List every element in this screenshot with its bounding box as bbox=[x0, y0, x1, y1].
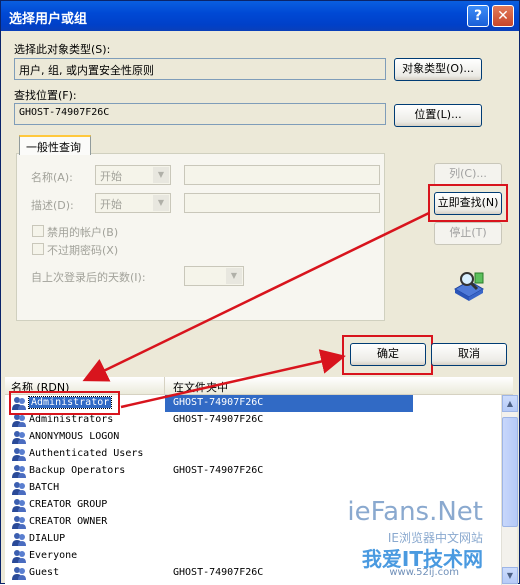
select-users-dialog: 选择用户或组 ? ✕ 选择此对象类型(S): 用户, 组, 或内置安全性原则 对… bbox=[0, 0, 520, 585]
watermark-site: ieFans.Net bbox=[347, 497, 483, 527]
watermark-url: www.52ij.com bbox=[389, 567, 459, 578]
